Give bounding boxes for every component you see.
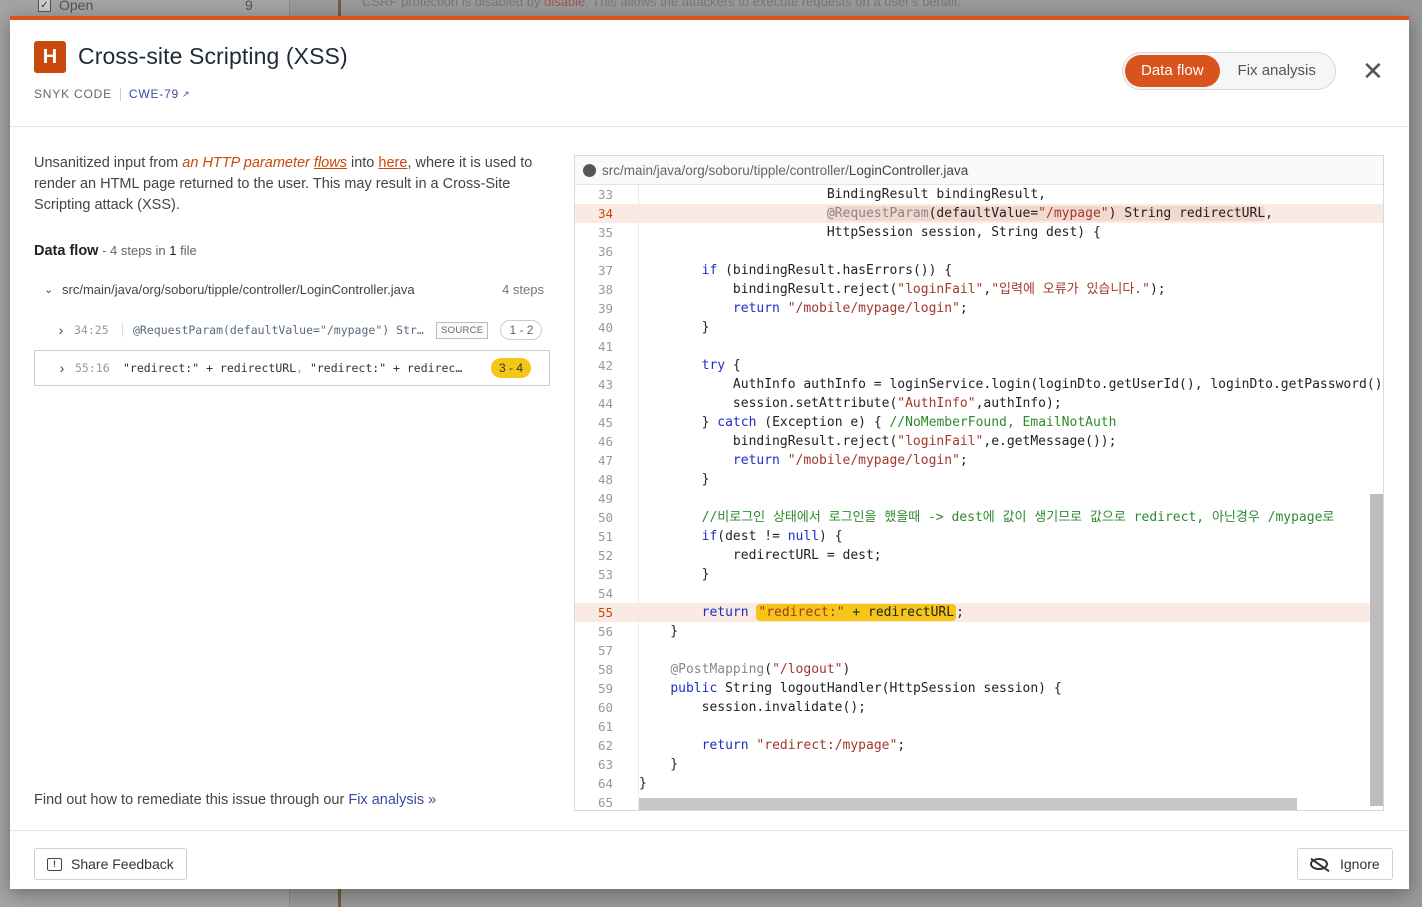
remediate-hint: Find out how to remediate this issue thr… [34,792,437,808]
code-file-header: src/main/java/org/soboru/tipple/controll… [575,156,1383,185]
issue-meta: SNYK CODE CWE-79 ↗ [34,87,190,101]
issue-description: Unsanitized input from an HTTP parameter… [34,155,533,213]
step-code: @RequestParam(defaultValue="/mypage") St… [122,323,432,337]
horizontal-scrollbar[interactable] [639,798,1297,810]
code-line: 42 try { [597,356,741,375]
flows-link[interactable]: flows [314,155,347,171]
code-line: 49 [575,489,1383,508]
code-line: 39 return "/mobile/mypage/login"; [597,299,968,318]
code-line: 51 if(dest != null) { [597,527,843,546]
close-icon[interactable]: ✕ [1362,58,1384,84]
share-feedback-button[interactable]: ! Share Feedback [34,848,187,880]
source-tag: SOURCE [436,321,489,339]
code-line: 61 [575,717,1383,736]
chevron-right-icon: › [58,322,64,338]
tab-data-flow[interactable]: Data flow [1125,55,1220,87]
code-line: 57 [575,641,1383,660]
code-line: 53 } [597,565,710,584]
code-line: 52 redirectURL = dest; [597,546,882,565]
ignore-button[interactable]: Ignore [1297,848,1393,880]
code-line: 48 } [597,470,710,489]
checkbox-icon: ✓ [38,0,51,12]
code-line: 47 return "/mobile/mypage/login"; [597,451,968,470]
issue-modal: H Cross-site Scripting (XSS) SNYK CODE C… [10,16,1409,889]
chevron-down-icon: ⌄ [44,284,54,296]
code-line: 64} [597,774,647,793]
code-line: 45 } catch (Exception e) { //NoMemberFou… [597,413,1117,432]
code-line: 43 AuthInfo authInfo = loginService.logi… [597,375,1384,394]
code-line: 35 HttpSession session, String dest) { [597,223,1101,242]
code-line: 59 public String logoutHandler(HttpSessi… [597,679,1062,698]
dataflow-file-path: src/main/java/org/soboru/tipple/controll… [62,282,415,297]
cwe-link[interactable]: CWE-79 [129,87,179,101]
code-line: 46 bindingResult.reject("loginFail",e.ge… [597,432,1117,451]
code-line: 62 return "redirect:/mypage"; [597,736,906,755]
code-line: 56 } [597,622,679,641]
filter-open[interactable]: ✓ Open [38,0,93,13]
dataflow-step-source[interactable]: › 34:25 @RequestParam(defaultValue="/myp… [48,316,548,344]
code-lines: 33 BindingResult bindingResult, 34 @Requ… [575,185,1384,810]
code-line: 54 [575,584,1383,603]
chevron-right-icon: › [59,360,65,376]
eye-off-icon [1310,858,1328,870]
fix-analysis-link[interactable]: Fix analysis » [348,792,436,808]
step-code: "redirect:" + redirectURL, "redirect:" +… [123,361,463,375]
step-range: 3 - 4 [491,358,532,378]
share-feedback-label: Share Feedback [71,856,174,872]
feedback-icon: ! [47,857,62,871]
modal-footer: ! Share Feedback Ignore [10,830,1409,893]
code-line-sink: 55 return "redirect:" + redirectURL; [575,603,1383,622]
filter-open-label: Open [59,0,94,13]
code-viewer: src/main/java/org/soboru/tipple/controll… [574,155,1384,811]
code-file-path[interactable]: src/main/java/org/soboru/tipple/controll… [602,163,968,178]
code-line: 58 @PostMapping("/logout") [597,660,851,679]
code-line-source: 34 @RequestParam(defaultValue="/mypage")… [575,204,1383,223]
background-issue-text: CSRF protection is disabled by disable. … [362,0,962,9]
dataflow-title: Data flow - 4 steps in 1 file [34,243,197,259]
vertical-scrollbar[interactable] [1370,494,1383,806]
code-line: 63 } [597,755,679,774]
step-range: 1 - 2 [500,320,543,340]
github-icon [583,163,596,177]
issue-source: SNYK CODE [34,87,112,101]
code-line: 33 BindingResult bindingResult, [597,185,1046,204]
code-line: 37 if (bindingResult.hasErrors()) { [597,261,953,280]
code-line: 38 bindingResult.reject("loginFail","입력에… [597,280,1166,299]
dataflow-file-row[interactable]: ⌄ src/main/java/org/soboru/tipple/contro… [44,282,544,297]
issue-title: Cross-site Scripting (XSS) [78,43,348,69]
code-line: 40 } [597,318,710,337]
step-position: 55:16 [75,361,110,375]
code-line: 60 session.invalidate(); [597,698,866,717]
meta-divider [119,87,121,101]
tab-fix-analysis[interactable]: Fix analysis [1220,55,1332,87]
external-link-icon: ↗ [182,88,191,99]
severity-badge: H [34,41,66,73]
code-line: 41 [575,337,1383,356]
step-position: 34:25 [74,323,109,337]
sink-link[interactable]: here [378,155,407,171]
code-line: 36 [575,242,1383,261]
dataflow-file-steps: 4 steps [502,282,544,297]
source-link[interactable]: an HTTP parameter [182,155,310,171]
modal-header: H Cross-site Scripting (XSS) SNYK CODE C… [10,20,1409,127]
dataflow-step-sink[interactable]: › 55:16 "redirect:" + redirectURL, "redi… [34,350,550,386]
ignore-label: Ignore [1340,856,1380,872]
filter-open-count: 9 [245,0,253,13]
code-line: 44 session.setAttribute("AuthInfo",authI… [597,394,1062,413]
code-line: 50 //비로그인 상태에서 로그인을 했을때 -> dest에 값이 생기므로… [597,508,1335,527]
view-toggle: Data flow Fix analysis [1122,52,1336,90]
